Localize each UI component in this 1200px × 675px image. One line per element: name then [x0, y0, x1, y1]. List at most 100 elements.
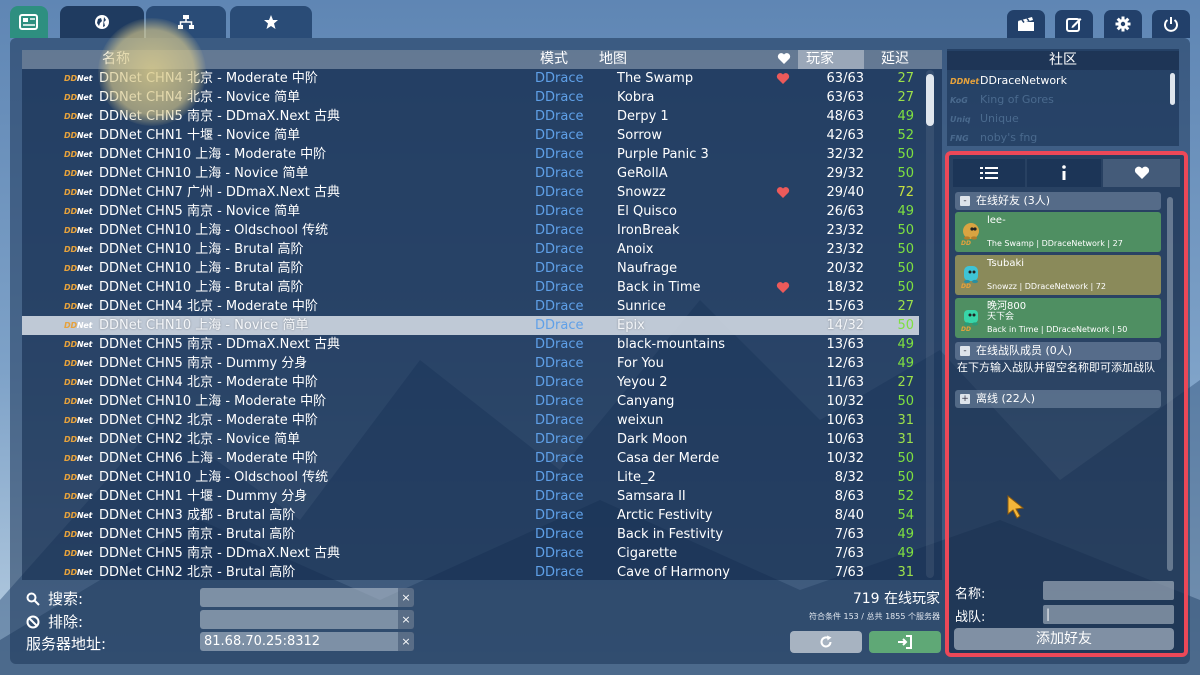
friend-card[interactable]: 晚河800 天下会 DD Back in Time | DDraceNetwor…: [955, 298, 1161, 338]
server-map: black-mountains: [617, 337, 725, 352]
server-row[interactable]: DDNet DDNet CHN10 上海 - Brutal 高阶 DDrace Bac…: [22, 278, 919, 297]
ddnet-logo-icon: DDNet: [64, 245, 93, 254]
heart-icon: [1134, 166, 1149, 179]
server-row[interactable]: DDNet DDNet CHN1 十堰 - Novice 简单 DDrace Sorr…: [22, 126, 919, 145]
header-mode[interactable]: 模式: [540, 50, 568, 69]
server-mode: DDrace: [535, 546, 584, 561]
community-item-fng[interactable]: FNG noby's fng: [950, 128, 1037, 148]
server-address-input[interactable]: 81.68.70.25:8312 ×: [200, 632, 414, 651]
server-row[interactable]: DDNet DDNet CHN2 北京 - Moderate 中阶 DDrace we…: [22, 411, 919, 430]
server-map: Purple Panic 3: [617, 147, 709, 162]
server-row[interactable]: DDNet DDNet CHN1 十堰 - Dummy 分身 DDrace Samsa…: [22, 487, 919, 506]
header-players[interactable]: 玩家: [806, 50, 834, 69]
ddnet-logo-icon: DDNet: [64, 112, 93, 121]
favorite-heart-icon[interactable]: [776, 72, 790, 85]
quit-button[interactable]: [1152, 10, 1190, 38]
server-row[interactable]: DDNet DDNet CHN4 北京 - Moderate 中阶 DDrace Su…: [22, 297, 919, 316]
server-row[interactable]: DDNet DDNet CHN5 南京 - DDmaX.Next 古典 DDrace…: [22, 544, 919, 563]
exclude-label: 排除:: [48, 613, 84, 631]
server-row[interactable]: DDNet DDNet CHN3 成都 - Brutal 高阶 DDrace Arct…: [22, 506, 919, 525]
editor-button[interactable]: [1055, 10, 1093, 38]
online-clan-group[interactable]: - 在线战队成员 (0人): [955, 342, 1161, 360]
server-row[interactable]: DDNet DDNet CHN7 广州 - DDmaX.Next 古典 DDrace…: [22, 183, 919, 202]
search-input[interactable]: ×: [200, 588, 414, 607]
favorite-heart-icon[interactable]: [776, 186, 790, 199]
friend-name-input[interactable]: [1043, 581, 1174, 600]
online-friends-group[interactable]: - 在线好友 (3人): [955, 192, 1161, 210]
tab-server-info-list[interactable]: [953, 159, 1025, 187]
kog-icon: KoG: [950, 96, 968, 105]
friend-card[interactable]: lee- DD The Swamp | DDraceNetwork | 27: [955, 212, 1161, 252]
community-item-unique[interactable]: Uniq Unique: [950, 109, 1019, 129]
community-scroll-thumb[interactable]: [1170, 73, 1175, 105]
server-row[interactable]: DDNet DDNet CHN10 上海 - Novice 简单 DDrace Epi…: [22, 316, 919, 335]
community-item-label: DDraceNetwork: [980, 74, 1067, 87]
server-list-scrollbar[interactable]: [926, 70, 934, 578]
tab-news[interactable]: [10, 6, 48, 38]
exclude-input[interactable]: ×: [200, 610, 414, 629]
server-row[interactable]: DDNet DDNet CHN10 上海 - Novice 简单 DDrace GeR…: [22, 164, 919, 183]
server-row[interactable]: DDNet DDNet CHN2 北京 - Novice 简单 DDrace Dark…: [22, 430, 919, 449]
fng-icon: FNG: [950, 134, 969, 143]
server-mode: DDrace: [535, 451, 584, 466]
server-players: 20/32: [826, 261, 864, 276]
server-name: DDNet CHN3 成都 - Brutal 高阶: [99, 508, 296, 523]
header-map[interactable]: 地图: [599, 50, 627, 69]
demo-button[interactable]: [1007, 10, 1045, 38]
server-row[interactable]: DDNet DDNet CHN5 南京 - Brutal 高阶 DDrace Back…: [22, 525, 919, 544]
server-list-scroll-thumb[interactable]: [926, 74, 934, 126]
settings-button[interactable]: [1104, 10, 1142, 38]
clear-exclude-button[interactable]: ×: [398, 610, 414, 629]
community-item-kog[interactable]: KoG King of Gores: [950, 90, 1054, 110]
server-row[interactable]: DDNet DDNet CHN5 南京 - Novice 简单 DDrace El Q…: [22, 202, 919, 221]
address-label: 服务器地址:: [26, 635, 107, 653]
clear-search-button[interactable]: ×: [398, 588, 414, 607]
server-ping: 50: [897, 451, 914, 466]
ddnet-logo-icon: DDNet: [64, 321, 93, 330]
clear-address-button[interactable]: ×: [398, 632, 414, 651]
server-row[interactable]: DDNet DDNet CHN10 上海 - Moderate 中阶 DDrace C…: [22, 392, 919, 411]
ddnet-logo-icon: DDNet: [64, 74, 93, 83]
server-row[interactable]: DDNet DDNet CHN2 北京 - Brutal 高阶 DDrace Cave…: [22, 563, 919, 580]
ddnet-icon: DD: [961, 326, 971, 333]
header-ping[interactable]: 延迟: [881, 50, 909, 69]
friend-server: Snowzz | DDraceNetwork | 72: [987, 282, 1106, 291]
search-label-group: 搜索:: [26, 588, 83, 609]
tab-friends[interactable]: [1103, 159, 1180, 187]
favorite-heart-icon[interactable]: [776, 281, 790, 294]
server-row[interactable]: DDNet DDNet CHN10 上海 - Oldschool 传统 DDrace…: [22, 468, 919, 487]
server-row[interactable]: DDNet DDNet CHN10 上海 - Brutal 高阶 DDrace Nau…: [22, 259, 919, 278]
ddnet-icon: DDNet: [950, 77, 980, 86]
matched-servers-count: 符合条件 153 / 总共 1855 个服务器: [808, 612, 940, 621]
server-map: Kobra: [617, 90, 655, 105]
server-map: Lite_2: [617, 470, 656, 485]
server-row[interactable]: DDNet DDNet CHN10 上海 - Oldschool 传统 DDrace…: [22, 221, 919, 240]
server-ping: 49: [897, 546, 914, 561]
server-ping: 50: [897, 223, 914, 238]
friend-clan-input[interactable]: |: [1043, 605, 1174, 624]
server-map: Canyang: [617, 394, 675, 409]
tab-info[interactable]: [1027, 159, 1101, 187]
server-name: DDNet CHN10 上海 - Oldschool 传统: [99, 470, 329, 485]
offline-group[interactable]: + 离线 (22人): [955, 390, 1161, 408]
server-row[interactable]: DDNet DDNet CHN4 北京 - Moderate 中阶 DDrace Ye…: [22, 373, 919, 392]
server-row[interactable]: DDNet DDNet CHN5 南京 - DDmaX.Next 古典 DDrace…: [22, 335, 919, 354]
server-row[interactable]: DDNet DDNet CHN5 南京 - Dummy 分身 DDrace For Y…: [22, 354, 919, 373]
friend-card[interactable]: Tsubaki DD Snowzz | DDraceNetwork | 72: [955, 255, 1161, 295]
community-item-ddnet[interactable]: DDNetDDraceNetwork: [950, 71, 1067, 91]
refresh-button[interactable]: [790, 631, 862, 653]
server-players: 15/63: [826, 299, 864, 314]
server-players: 14/32: [826, 318, 864, 333]
add-friend-button[interactable]: 添加好友: [954, 628, 1174, 650]
server-map: weixun: [617, 413, 664, 428]
online-friends-header: 在线好友 (3人): [976, 194, 1051, 207]
ddnet-logo-icon: DDNet: [64, 454, 93, 463]
friends-scroll-thumb[interactable]: [1167, 197, 1173, 571]
server-row[interactable]: DDNet DDNet CHN6 上海 - Moderate 中阶 DDrace Ca…: [22, 449, 919, 468]
expand-icon: +: [960, 394, 970, 404]
ddnet-logo-icon: DDNet: [64, 302, 93, 311]
tab-favorites[interactable]: [230, 6, 312, 38]
server-row[interactable]: DDNet DDNet CHN10 上海 - Moderate 中阶 DDrace P…: [22, 145, 919, 164]
connect-button[interactable]: [869, 631, 941, 653]
server-row[interactable]: DDNet DDNet CHN10 上海 - Brutal 高阶 DDrace Ano…: [22, 240, 919, 259]
